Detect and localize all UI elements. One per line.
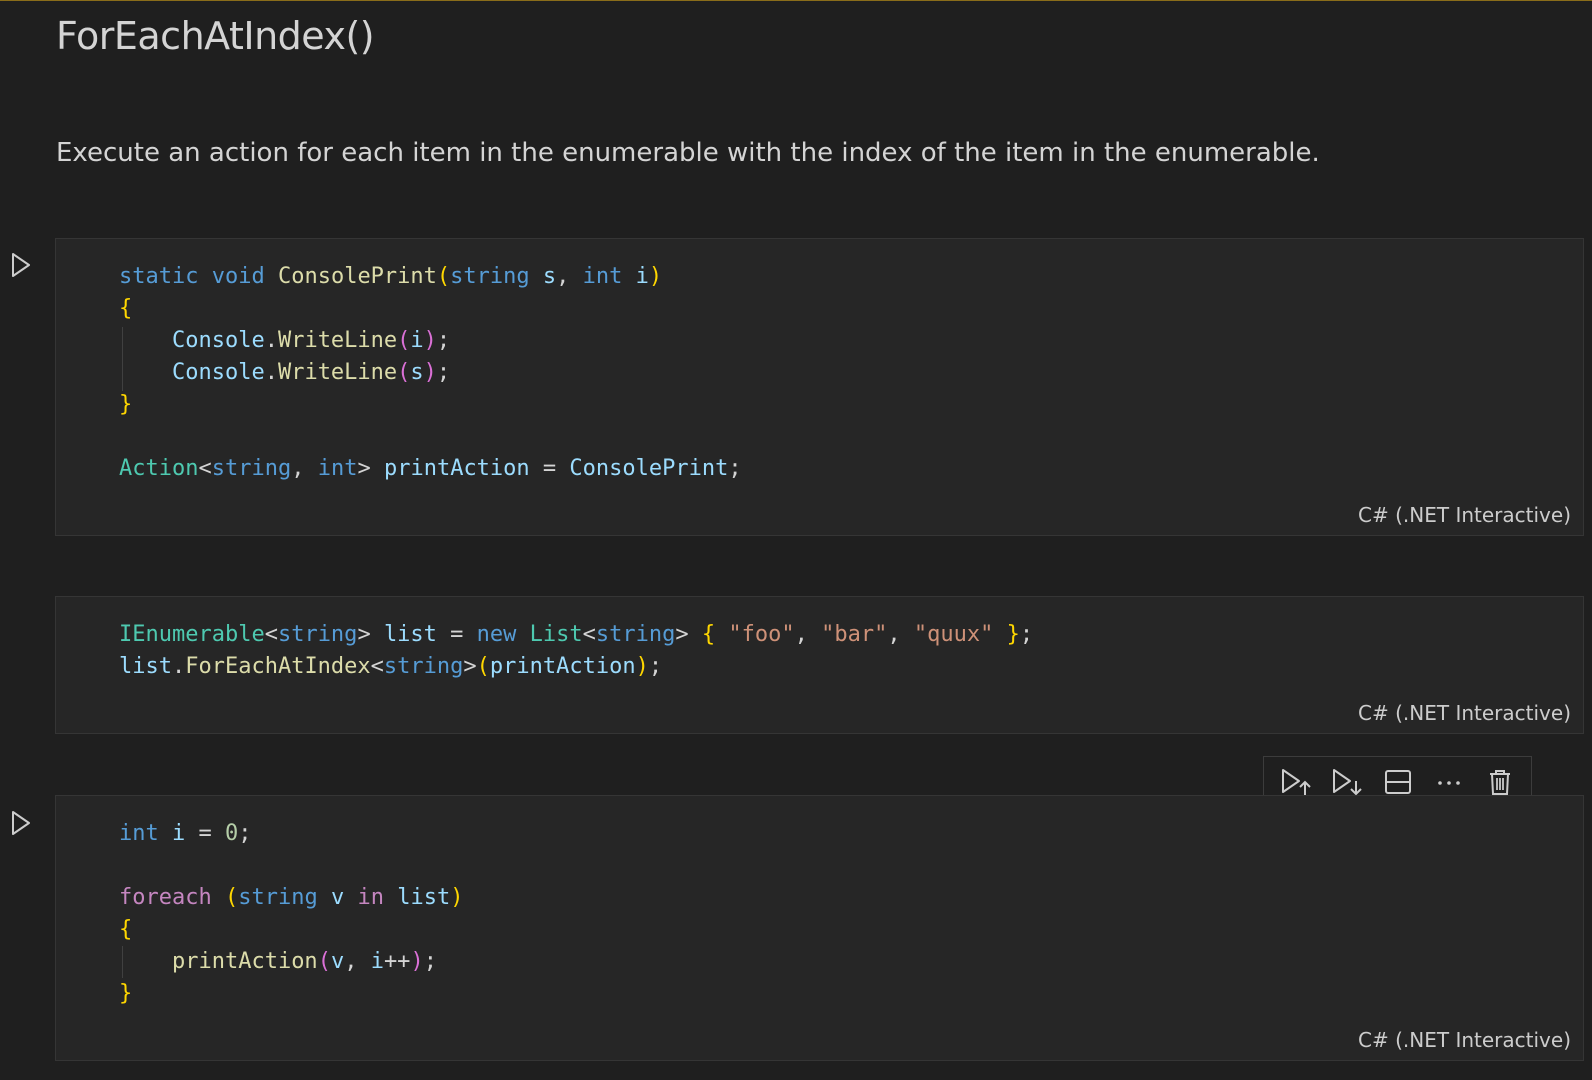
play-icon — [12, 253, 30, 277]
code-line: } — [119, 392, 133, 417]
execute-above-icon — [1281, 769, 1311, 795]
code-token: string — [450, 264, 530, 289]
code-token: WriteLine — [277, 360, 398, 385]
code-token: i — [410, 328, 424, 353]
split-cell-icon — [1384, 770, 1411, 794]
code-token: ConsolePrint — [569, 456, 729, 481]
code-token: IEnumerable — [119, 622, 265, 647]
code-token: v — [330, 885, 345, 910]
code-token: Action — [119, 456, 199, 481]
code-line: IEnumerable<string> list = new List<stri… — [119, 622, 1034, 647]
code-line: printAction(v, i++); — [171, 949, 437, 974]
code-token: list — [383, 622, 437, 647]
code-token: string — [211, 456, 292, 481]
code-token: string — [238, 885, 318, 910]
code-token: printAction — [171, 949, 318, 974]
code-token: "foo" — [728, 622, 795, 647]
code-token: string — [277, 622, 358, 647]
code-token: list — [119, 654, 172, 679]
code-token: int — [582, 264, 623, 289]
code-token: List — [529, 622, 583, 647]
code-token: "quux" — [913, 622, 994, 647]
code-token: WriteLine — [277, 328, 398, 353]
code-token: static — [119, 264, 199, 289]
code-line: static void ConsolePrint(string s, int i… — [119, 264, 663, 289]
run-cell-button[interactable] — [8, 250, 34, 280]
run-cell-button[interactable] — [8, 808, 34, 838]
code-token: int — [317, 456, 358, 481]
code-token: printAction — [383, 456, 530, 481]
code-editor[interactable]: IEnumerable<string> list = new List<stri… — [119, 619, 1033, 683]
code-token: i — [172, 821, 186, 846]
code-line: Console.WriteLine(i); — [171, 328, 451, 353]
code-token: string — [595, 622, 676, 647]
code-token: i — [370, 949, 384, 974]
code-line: Action<string, int> printAction = Consol… — [119, 456, 742, 481]
markdown-description: Execute an action for each item in the e… — [56, 138, 1320, 168]
code-line: } — [119, 981, 133, 1006]
editor-top-border — [0, 0, 1592, 1]
code-token: foreach — [119, 885, 212, 910]
code-token: Console — [171, 360, 265, 385]
code-line: Console.WriteLine(s); — [171, 360, 451, 385]
code-token: void — [211, 264, 265, 289]
code-line: foreach (string v in list) — [119, 885, 464, 910]
play-icon — [12, 811, 30, 835]
code-line: { — [119, 917, 133, 942]
code-token: i — [635, 264, 649, 289]
code-line: list.ForEachAtIndex<string>(printAction)… — [119, 654, 663, 679]
code-cell[interactable]: int i = 0; foreach (string v in list) { p… — [55, 795, 1584, 1061]
code-token: string — [383, 654, 464, 679]
code-token: int — [119, 821, 159, 846]
cell-language-label[interactable]: C# (.NET Interactive) — [1358, 503, 1571, 527]
code-token: in — [357, 885, 384, 910]
code-line: { — [119, 296, 133, 321]
code-token: printAction — [489, 654, 636, 679]
cell-language-label[interactable]: C# (.NET Interactive) — [1358, 701, 1571, 725]
code-token: ConsolePrint — [277, 264, 437, 289]
markdown-heading: ForEachAtIndex() — [56, 14, 375, 58]
code-token: ForEachAtIndex — [185, 654, 371, 679]
code-editor[interactable]: static void ConsolePrint(string s, int i… — [119, 261, 742, 485]
execute-below-icon — [1332, 769, 1362, 796]
code-token: new — [476, 622, 517, 647]
code-token: Console — [171, 328, 265, 353]
code-token: s — [410, 360, 424, 385]
code-cell[interactable]: static void ConsolePrint(string s, int i… — [55, 238, 1584, 536]
code-token: 0 — [225, 821, 239, 846]
code-token: "bar" — [821, 622, 888, 647]
cell-language-label[interactable]: C# (.NET Interactive) — [1358, 1028, 1571, 1052]
delete-icon — [1489, 770, 1510, 795]
code-cell[interactable]: IEnumerable<string> list = new List<stri… — [55, 596, 1584, 734]
code-editor[interactable]: int i = 0; foreach (string v in list) { p… — [119, 818, 463, 1010]
code-token: s — [542, 264, 557, 289]
more-actions-icon — [1437, 781, 1460, 785]
code-token: list — [397, 885, 451, 910]
code-token: v — [330, 949, 345, 974]
code-line: int i = 0; — [119, 821, 252, 846]
